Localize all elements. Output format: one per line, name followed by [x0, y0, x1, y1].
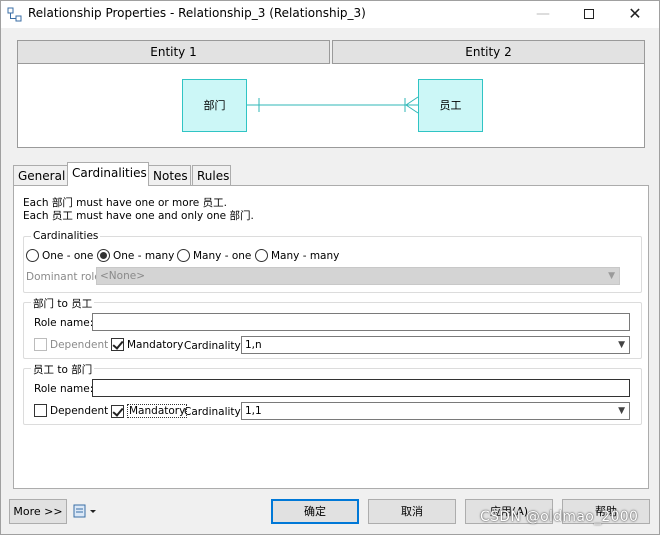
description-line2: Each 员工 must have one and only one 部门.: [23, 210, 254, 222]
maximize-icon: [584, 9, 594, 19]
tab-rules[interactable]: Rules: [192, 165, 231, 186]
radio-one-many-label: One - many: [113, 249, 175, 262]
radio-one-one[interactable]: One - one: [26, 249, 93, 262]
tab-cardinalities[interactable]: Cardinalities: [67, 162, 149, 186]
radio-one-many-circle: [97, 249, 110, 262]
window-title: Relationship Properties - Relationship_3…: [28, 6, 366, 20]
role1-mandatory-checkbox[interactable]: Mandatory: [111, 338, 183, 351]
chevron-down-icon: ▼: [618, 406, 625, 416]
role2-role-name-label: Role name:: [34, 383, 94, 395]
relationship-properties-dialog: Relationship Properties - Relationship_3…: [0, 0, 660, 535]
tab-notes[interactable]: Notes: [148, 165, 191, 186]
role1-cardinality-select[interactable]: 1,n ▼: [241, 336, 630, 354]
cardinalities-group: Cardinalities One - one One - many Many …: [23, 230, 642, 293]
radio-one-one-label: One - one: [42, 249, 94, 262]
radio-many-many-label: Many - many: [271, 249, 340, 262]
role1-dependent-label: Dependent: [50, 338, 109, 351]
role1-group: 部门 to 员工 Role name: Dependent Mandatory …: [23, 296, 642, 359]
radio-many-one-label: Many - one: [193, 249, 252, 262]
role2-group: 员工 to 部门 Role name: Dependent Mandatory …: [23, 362, 642, 425]
role2-cardinality-label: Cardinality:: [184, 406, 244, 418]
close-icon: ✕: [628, 4, 642, 23]
document-icon: [73, 504, 96, 518]
radio-many-one[interactable]: Many - one: [177, 249, 251, 262]
radio-many-many[interactable]: Many - many: [255, 249, 339, 262]
relationship-diagram: 部门 员工: [17, 64, 645, 148]
entity1-header[interactable]: Entity 1: [17, 40, 330, 64]
close-button[interactable]: ✕: [612, 1, 658, 28]
entity1-box[interactable]: 部门: [182, 79, 247, 132]
cardinalities-group-title: Cardinalities: [31, 230, 101, 242]
title-bar: Relationship Properties - Relationship_3…: [1, 1, 659, 28]
radio-one-many[interactable]: One - many: [97, 249, 174, 262]
maximize-button[interactable]: [566, 1, 612, 28]
tab-general[interactable]: General: [13, 165, 68, 186]
role2-mandatory-checkbox[interactable]: Mandatory: [111, 404, 188, 418]
role2-dependent-box: [34, 404, 47, 417]
role1-role-name-label: Role name:: [34, 317, 94, 329]
relationship-app-icon: [7, 7, 22, 22]
role1-mandatory-box: [111, 338, 124, 351]
role2-dependent-checkbox[interactable]: Dependent: [34, 404, 108, 417]
relationship-line-svg: [247, 96, 419, 114]
role1-cardinality-value: 1,n: [245, 339, 262, 351]
entity2-box[interactable]: 员工: [418, 79, 483, 132]
role1-dependent-checkbox[interactable]: Dependent: [34, 338, 108, 351]
chevron-down-icon: ▼: [618, 340, 625, 350]
cardinalities-panel: Each 部门 must have one or more 员工. Each 员…: [13, 185, 649, 489]
radio-many-many-circle: [255, 249, 268, 262]
watermark-text: CSDN @oldmao_2000: [480, 509, 639, 525]
more-button[interactable]: More >>: [9, 499, 67, 524]
dominant-role-label: Dominant role:: [26, 271, 105, 283]
role2-mandatory-box: [111, 404, 124, 418]
role2-dependent-label: Dependent: [50, 404, 109, 417]
entity2-header[interactable]: Entity 2: [332, 40, 645, 64]
role2-cardinality-value: 1,1: [245, 405, 262, 417]
chevron-down-icon: ▼: [608, 271, 615, 281]
role1-group-title: 部门 to 员工: [31, 296, 95, 311]
role2-group-title: 员工 to 部门: [31, 362, 95, 377]
role2-cardinality-select[interactable]: 1,1 ▼: [241, 402, 630, 420]
minimize-button[interactable]: —: [520, 1, 566, 28]
role1-dependent-box: [34, 338, 47, 351]
role1-role-name-input[interactable]: [92, 313, 630, 331]
role2-role-name-input[interactable]: [92, 379, 630, 397]
dominant-role-select[interactable]: <None> ▼: [96, 267, 620, 285]
print-dropdown-button[interactable]: [72, 503, 100, 521]
radio-one-one-circle: [26, 249, 39, 262]
ok-button[interactable]: 确定: [271, 499, 359, 524]
radio-many-one-circle: [177, 249, 190, 262]
role2-mandatory-label: Mandatory: [127, 404, 188, 418]
dominant-role-value: <None>: [100, 270, 145, 282]
role1-cardinality-label: Cardinality:: [184, 340, 244, 352]
cancel-button[interactable]: 取消: [368, 499, 456, 524]
role1-mandatory-label: Mandatory: [127, 338, 184, 351]
